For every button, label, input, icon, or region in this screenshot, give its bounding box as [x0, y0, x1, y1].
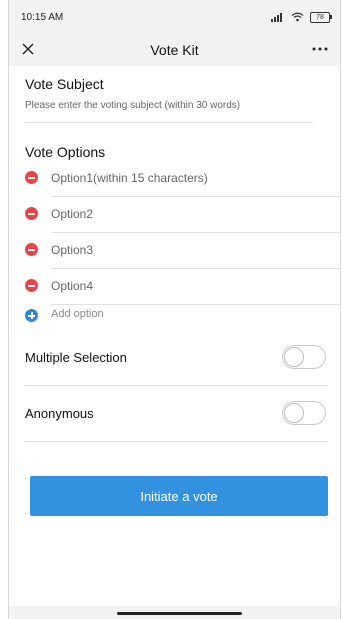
option-input-3[interactable]: Option3 — [51, 232, 340, 269]
multiple-selection-row: Multiple Selection — [25, 330, 328, 386]
option-input-2[interactable]: Option2 — [51, 196, 340, 233]
multiple-selection-toggle[interactable] — [282, 345, 326, 369]
option-row-4: Option4 — [25, 268, 340, 305]
status-bar: 10:15 AM 78 — [9, 0, 340, 34]
initiate-vote-button[interactable]: Initiate a vote — [30, 476, 328, 516]
toggle-knob — [284, 347, 304, 367]
status-icons: 78 — [271, 11, 332, 23]
more-icon[interactable] — [311, 41, 329, 57]
close-icon[interactable] — [20, 41, 36, 57]
battery-icon: 78 — [310, 11, 332, 23]
toggle-knob — [284, 403, 304, 423]
option-input-1[interactable]: Option1(within 15 characters) — [51, 160, 340, 197]
remove-option-icon[interactable] — [25, 207, 38, 220]
option-row-3: Option3 — [25, 232, 340, 269]
status-time: 10:15 AM — [21, 11, 64, 23]
add-option-icon[interactable] — [25, 309, 38, 322]
vote-subject-input[interactable]: Please enter the voting subject (within … — [25, 100, 313, 123]
add-option-label[interactable]: Add option — [51, 308, 104, 320]
option-input-4[interactable]: Option4 — [51, 268, 340, 305]
vote-form: Vote Subject Please enter the voting sub… — [9, 76, 340, 442]
remove-option-icon[interactable] — [25, 243, 38, 256]
multiple-selection-label: Multiple Selection — [25, 350, 127, 365]
signal-icon — [271, 12, 282, 22]
option-row-2: Option2 — [25, 196, 340, 233]
anonymous-row: Anonymous — [25, 386, 328, 442]
vote-subject-title: Vote Subject — [25, 76, 104, 92]
home-indicator — [117, 612, 242, 615]
wifi-icon — [291, 12, 304, 22]
page-title: Vote Kit — [150, 42, 199, 58]
nav-bar: Vote Kit — [9, 34, 340, 66]
remove-option-icon[interactable] — [25, 279, 38, 292]
vote-options-title: Vote Options — [25, 144, 106, 160]
add-option-row[interactable]: Add option — [25, 304, 340, 330]
option-row-1: Option1(within 15 characters) — [25, 160, 340, 197]
remove-option-icon[interactable] — [25, 171, 38, 184]
anonymous-label: Anonymous — [25, 406, 94, 421]
phone-screen: 10:15 AM 78 Vote Kit Vote Subject Please… — [8, 0, 341, 619]
anonymous-toggle[interactable] — [282, 401, 326, 425]
